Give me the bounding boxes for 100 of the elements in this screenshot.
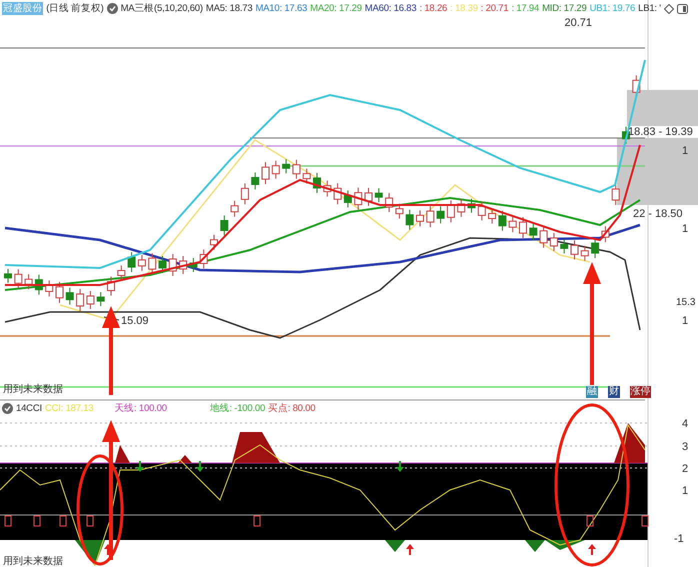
candlestick [107, 276, 115, 296]
axis-label: 1 [682, 223, 688, 235]
candlestick [622, 126, 630, 144]
indicator-label: MA三根(5,10,20,60) [120, 2, 203, 15]
candlestick [168, 254, 177, 276]
candlestick [262, 162, 270, 185]
candlestick [395, 203, 404, 220]
candlestick [66, 287, 74, 306]
candlestick [478, 200, 486, 221]
stock-badge: 涨停 [630, 386, 652, 398]
candlestick [96, 292, 105, 307]
candlestick [560, 238, 568, 254]
axis-label: 2 [682, 463, 688, 475]
price-label: 20.71 [564, 17, 592, 29]
indicator-label: 14CCI [16, 403, 42, 414]
indicator-value: MA5: 18.73 [206, 3, 252, 14]
axis-label: -1 [674, 533, 684, 545]
candlestick [529, 222, 538, 241]
candlestick [282, 158, 290, 174]
candlestick [200, 249, 208, 269]
stock-badge: 财 [608, 386, 620, 398]
candlestick [446, 200, 455, 223]
stock-badge: 融 [586, 386, 598, 398]
candlestick [344, 190, 352, 208]
indicator-value: 天线: 100.00 [114, 402, 167, 415]
future-data-note: 用到未来数据 [3, 384, 63, 395]
panel-toggle-icon[interactable] [676, 4, 688, 14]
candlestick [313, 172, 321, 194]
candlestick [374, 188, 383, 203]
indicator-value: CCI: 187.13 [44, 403, 94, 414]
candlestick [128, 252, 136, 273]
candlestick [210, 234, 218, 250]
candlestick [416, 210, 424, 227]
indicator-value: UB1: 19.76 [590, 3, 636, 14]
price-label: 15.09 [121, 315, 149, 327]
arrow-icon [102, 420, 120, 560]
candlestick [591, 238, 600, 259]
indicator-value: 买点: 80.00 [268, 402, 316, 415]
candlestick [508, 216, 517, 233]
candlestick [601, 226, 610, 243]
candlestick [240, 182, 249, 205]
candlestick [364, 187, 372, 206]
indicator-value: : 18.26 [419, 3, 448, 14]
candlestick [272, 160, 280, 180]
arrow-icon [583, 262, 601, 385]
axis-label: 15.3 [676, 297, 696, 308]
sell-mark-icon [4, 516, 12, 526]
indicator-value: MID: 17.29 [542, 3, 587, 14]
indicator-value: : 20.71 [480, 3, 508, 14]
candlestick [426, 206, 434, 228]
candlestick [4, 268, 12, 284]
axis-label: 4 [682, 418, 688, 430]
sell-mark-icon [586, 516, 594, 526]
candlestick [550, 232, 558, 252]
candlestick [580, 245, 589, 262]
period-label: (日线 前复权) [46, 2, 104, 15]
sell-mark-icon [642, 516, 648, 526]
indicator-value: 地线: -100.00 [210, 402, 266, 415]
axis-label: 3 [682, 441, 688, 453]
indicator-value: LB1: ' [638, 3, 661, 14]
sell-mark-icon [60, 516, 66, 526]
candlestick [540, 225, 548, 248]
candlestick [302, 168, 311, 184]
candlestick [334, 182, 342, 205]
candlestick [354, 187, 362, 210]
axis-label: 1 [682, 485, 688, 497]
candlestick [14, 268, 22, 289]
down-arrow-icon [136, 461, 144, 472]
candlestick [519, 216, 527, 239]
candlestick [148, 252, 156, 275]
candlestick [158, 255, 166, 274]
candlestick [612, 184, 620, 206]
candlestick [251, 172, 260, 190]
candlestick [56, 281, 64, 304]
candlestick [292, 159, 300, 180]
candlestick [179, 256, 188, 274]
candlestick [86, 290, 94, 310]
axis-label: 1 [682, 145, 688, 157]
diamond-icon[interactable] [664, 4, 674, 14]
candlestick [76, 288, 84, 312]
candlestick [323, 180, 332, 198]
candlestick [34, 274, 43, 296]
candlestick [385, 192, 394, 213]
candlestick [138, 254, 146, 272]
indicator-value: MA10: 17.63 [255, 3, 308, 14]
check-circle-icon [106, 3, 118, 14]
candlestick [457, 198, 466, 218]
candlestick [406, 209, 414, 230]
indicator-value: MA20: 17.29 [310, 3, 362, 14]
up-arrow-icon [406, 544, 414, 555]
candlestick [498, 210, 506, 232]
candlestick [117, 265, 126, 282]
sell-mark-icon [34, 516, 40, 526]
indicator-value: MA60: 16.83 [364, 3, 416, 14]
axis-label: 1 [682, 315, 688, 327]
candlestick [189, 258, 198, 272]
candlestick [570, 240, 578, 260]
future-data-note: 用到未来数据 [3, 556, 63, 567]
stock-name: 冠盛股份 [2, 2, 44, 15]
candlestick [468, 198, 476, 214]
